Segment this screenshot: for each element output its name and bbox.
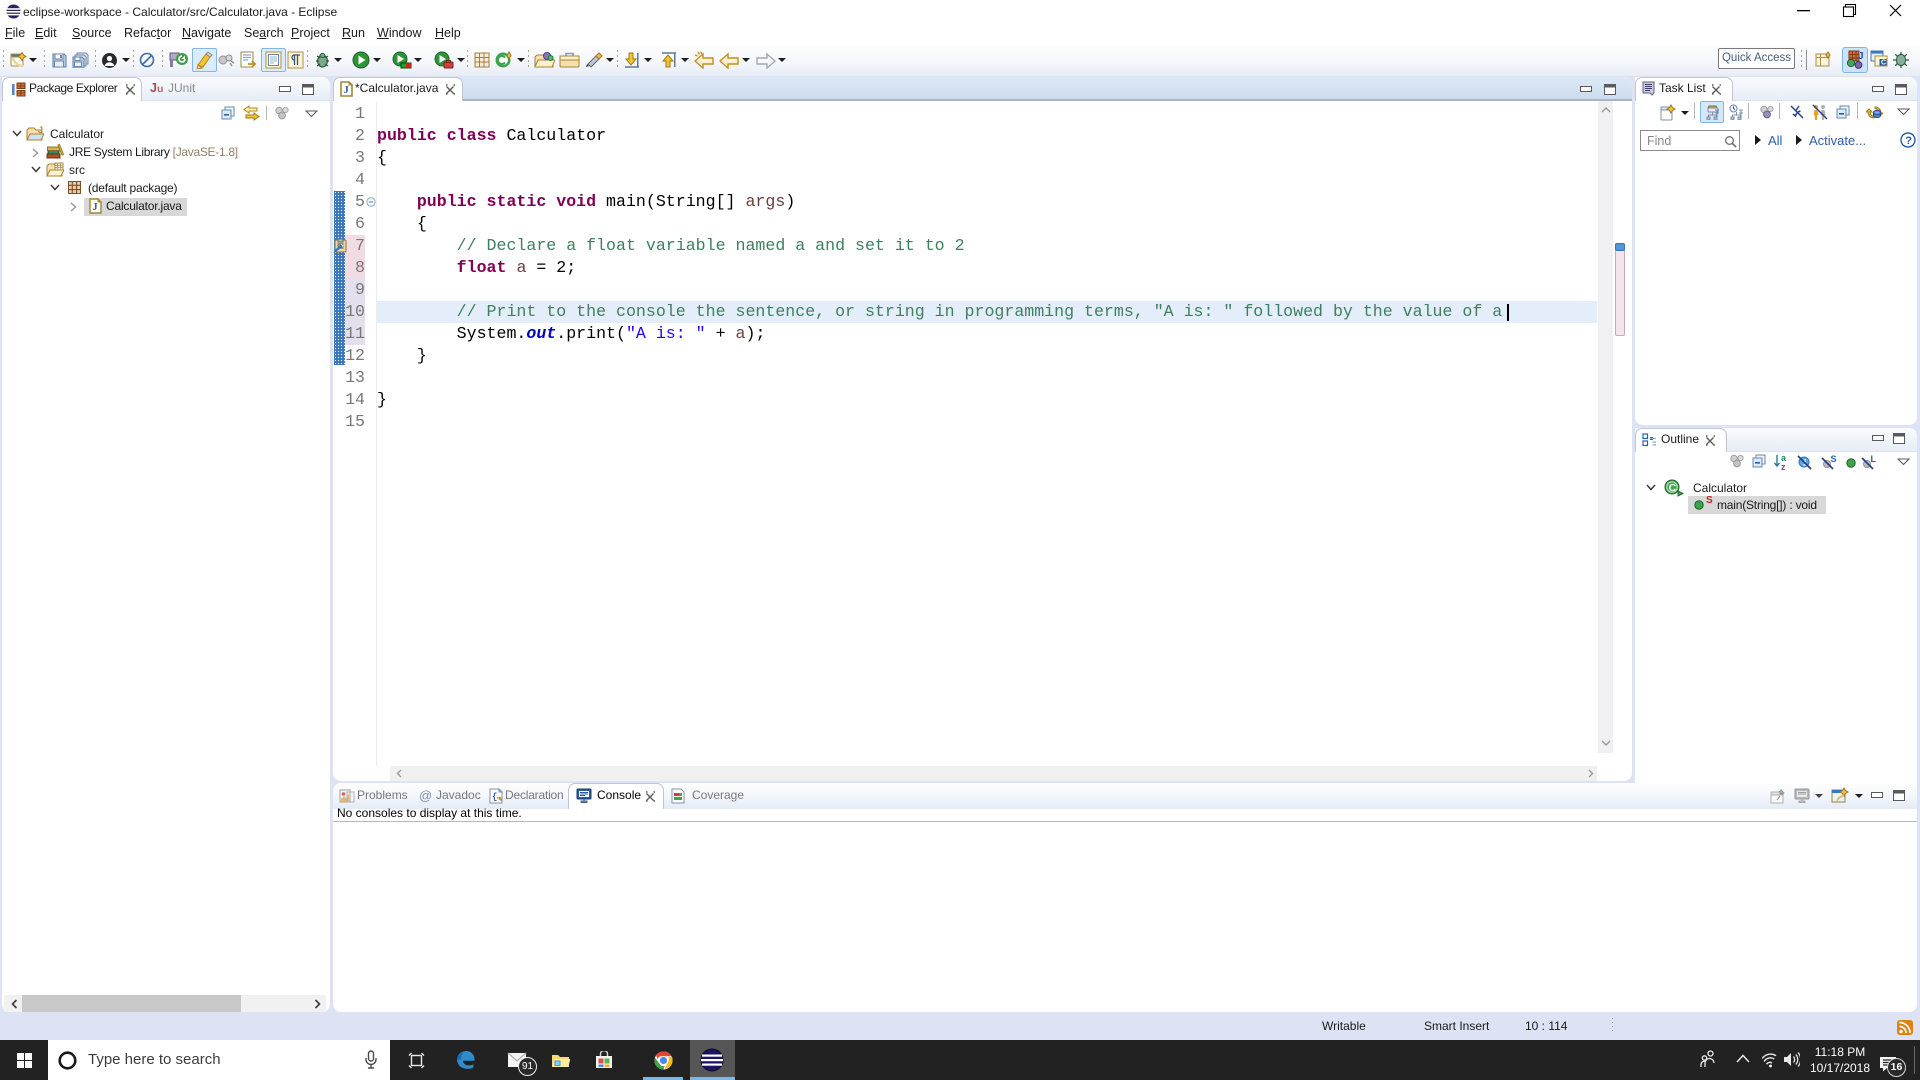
svg-text:J: J [92,202,97,213]
svg-text:J: J [343,84,349,96]
svg-text:L: L [1871,454,1877,464]
svg-text:S: S [1831,454,1837,464]
svg-text:C: C [1881,60,1886,67]
svg-text:z: z [1781,462,1786,471]
svg-text:?: ? [1905,135,1912,147]
svg-text:J: J [38,126,43,135]
svg-text:{: { [492,792,497,802]
svg-text:C: C [1669,482,1677,494]
svg-text:J: J [1858,51,1864,62]
